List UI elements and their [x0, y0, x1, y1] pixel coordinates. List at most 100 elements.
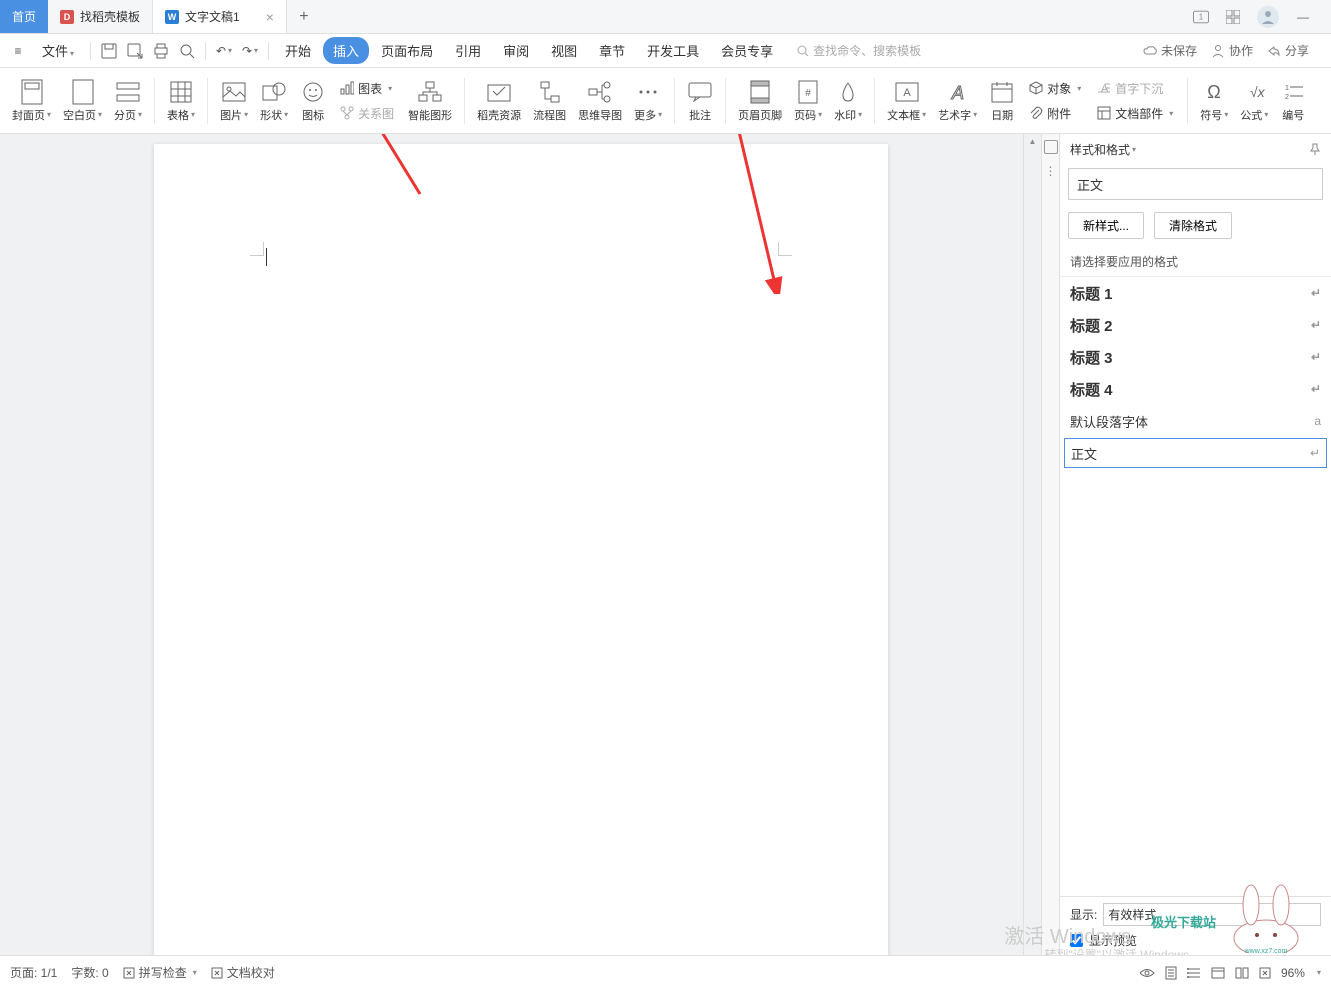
page-indicator[interactable]: 页面: 1/1 — [10, 964, 57, 981]
smartart-button[interactable]: 智能图形 — [402, 71, 458, 131]
eye-icon[interactable] — [1139, 968, 1155, 978]
menu-tab-2[interactable]: 页面布局 — [371, 37, 443, 64]
collab-button[interactable]: 协作 — [1211, 42, 1253, 59]
close-icon[interactable]: × — [266, 9, 274, 25]
undo-icon[interactable]: ↶▾ — [212, 39, 236, 63]
more-button[interactable]: 更多▾ — [628, 71, 668, 131]
spellcheck-toggle[interactable]: 拼写检查▾ — [123, 964, 197, 981]
share-button[interactable]: 分享 — [1267, 42, 1309, 59]
svg-text:1: 1 — [1285, 85, 1289, 92]
tab-template[interactable]: D 找稻壳模板 — [48, 0, 153, 33]
menu-tab-1[interactable]: 插入 — [323, 37, 369, 64]
attach-button[interactable]: 附件 — [1025, 103, 1085, 124]
date-button[interactable]: 日期 — [983, 71, 1021, 131]
content-area: ▲ ⋮ 样式和格式▾ 正文 新样式... 清除格式 请选择要应用的格式 标题 1… — [0, 134, 1331, 955]
textbox-icon: A — [894, 79, 920, 105]
menu-tab-5[interactable]: 视图 — [541, 37, 587, 64]
relgraph-button[interactable]: 关系图 — [336, 103, 398, 124]
style-item[interactable]: 默认段落字体a — [1060, 405, 1331, 437]
counter-icon[interactable]: 1 — [1193, 9, 1209, 25]
titlebar-right: 1 ― — [1193, 0, 1331, 33]
headerfooter-icon — [747, 79, 773, 105]
flowchart-button[interactable]: 流程图 — [527, 71, 572, 131]
resource-button[interactable]: 稻壳资源 — [471, 71, 527, 131]
table-button[interactable]: 表格▾ — [161, 71, 201, 131]
view-outline-icon[interactable] — [1187, 967, 1201, 979]
textbox-button[interactable]: A文本框▾ — [881, 71, 932, 131]
document-canvas[interactable] — [0, 134, 1023, 955]
word-count[interactable]: 字数: 0 — [71, 964, 108, 981]
clear-format-button[interactable]: 清除格式 — [1154, 212, 1232, 239]
style-item[interactable]: 标题 2↵ — [1060, 309, 1331, 341]
saveas-icon[interactable] — [123, 39, 147, 63]
menu-tab-4[interactable]: 审阅 — [493, 37, 539, 64]
view-page-icon[interactable] — [1165, 966, 1177, 980]
picture-button[interactable]: 图片▾ — [214, 71, 254, 131]
document-page[interactable] — [154, 144, 888, 955]
style-item[interactable]: 正文↵ — [1064, 438, 1327, 468]
object-icon — [1029, 81, 1043, 95]
menu-tab-8[interactable]: 会员专享 — [711, 37, 783, 64]
grid-icon[interactable] — [1225, 9, 1241, 25]
tab-document[interactable]: W 文字文稿1 × — [153, 0, 287, 33]
print-preview-icon[interactable] — [175, 39, 199, 63]
style-item[interactable]: 标题 3↵ — [1060, 341, 1331, 373]
shape-button[interactable]: 形状▾ — [254, 71, 294, 131]
tab-home[interactable]: 首页 — [0, 0, 48, 33]
chart-button[interactable]: 图表▾ — [336, 78, 398, 99]
page-number-button[interactable]: #页码▾ — [788, 71, 828, 131]
chevron-down-icon[interactable]: ▾ — [1132, 145, 1136, 154]
print-icon[interactable] — [149, 39, 173, 63]
template-icon: D — [60, 10, 74, 24]
menu-tab-6[interactable]: 章节 — [589, 37, 635, 64]
formula-button[interactable]: √x公式▾ — [1234, 71, 1274, 131]
unsaved-indicator[interactable]: 未保存 — [1143, 42, 1197, 59]
style-item[interactable]: 标题 4↵ — [1060, 373, 1331, 405]
menu-tab-7[interactable]: 开发工具 — [637, 37, 709, 64]
hamburger-icon[interactable]: ≡ — [6, 39, 30, 63]
minimize-icon[interactable]: ― — [1295, 9, 1311, 25]
separator — [207, 78, 208, 124]
avatar[interactable] — [1257, 6, 1279, 28]
current-style[interactable]: 正文 — [1068, 168, 1323, 200]
menu-tab-0[interactable]: 开始 — [275, 37, 321, 64]
cloud-icon — [1143, 44, 1157, 58]
zoom-level[interactable]: 96% — [1281, 966, 1305, 980]
dropcap-button[interactable]: A首字下沉 — [1093, 78, 1177, 99]
view-web-icon[interactable] — [1211, 967, 1225, 979]
docpart-button[interactable]: 文档部件▾ — [1093, 103, 1177, 124]
view-read-icon[interactable] — [1235, 967, 1249, 979]
add-tab-button[interactable]: + — [287, 0, 321, 33]
page-break-button[interactable]: 分页▾ — [108, 71, 148, 131]
wordart-icon: A — [945, 79, 971, 105]
numbering-button[interactable]: 12编号 — [1274, 71, 1312, 131]
separator — [1187, 78, 1188, 124]
tool-icon[interactable] — [1044, 140, 1058, 154]
cover-page-button[interactable]: 封面页▾ — [6, 71, 57, 131]
iconlib-button[interactable]: 图标 — [294, 71, 332, 131]
object-button[interactable]: 对象▾ — [1025, 78, 1085, 99]
new-style-button[interactable]: 新样式... — [1068, 212, 1144, 239]
pin-icon[interactable] — [1309, 143, 1321, 155]
scrollbar[interactable]: ▲ — [1023, 134, 1041, 955]
proofread-toggle[interactable]: 文档校对 — [211, 964, 275, 981]
show-select[interactable]: 有效样式 — [1103, 903, 1321, 926]
search-input[interactable]: 查找命令、搜索模板 — [797, 42, 921, 59]
redo-icon[interactable]: ↷▾ — [238, 39, 262, 63]
more-icon — [635, 79, 661, 105]
comment-button[interactable]: 批注 — [681, 71, 719, 131]
save-icon[interactable] — [97, 39, 121, 63]
blank-page-button[interactable]: 空白页▾ — [57, 71, 108, 131]
file-menu[interactable]: 文件▾ — [32, 37, 84, 64]
chevron-down-icon[interactable]: ▾ — [1317, 968, 1321, 977]
tool-icon[interactable]: ⋮ — [1045, 164, 1057, 178]
mindmap-button[interactable]: 思维导图 — [572, 71, 628, 131]
symbol-button[interactable]: Ω符号▾ — [1194, 71, 1234, 131]
preview-checkbox[interactable] — [1070, 934, 1083, 947]
zoom-fit-icon[interactable] — [1259, 967, 1271, 979]
header-footer-button[interactable]: 页眉页脚 — [732, 71, 788, 131]
wordart-button[interactable]: A艺术字▾ — [932, 71, 983, 131]
style-item[interactable]: 标题 1↵ — [1060, 277, 1331, 309]
watermark-button[interactable]: 水印▾ — [828, 71, 868, 131]
menu-tab-3[interactable]: 引用 — [445, 37, 491, 64]
